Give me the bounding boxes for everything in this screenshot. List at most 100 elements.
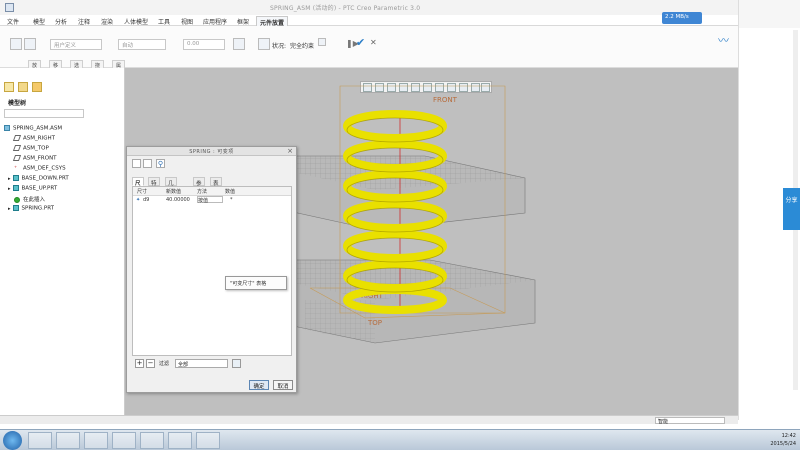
constraint-type-select[interactable]: 自动 [118, 39, 166, 50]
taskbar-browser[interactable] [56, 432, 80, 449]
select-dimension-icon[interactable] [132, 159, 141, 168]
move-icon[interactable] [10, 38, 22, 50]
select-feature-icon[interactable] [143, 159, 152, 168]
placement-icon[interactable] [258, 38, 270, 50]
table-header: 尺寸 新数值 方法 数值 [133, 187, 291, 196]
folder-tab[interactable] [18, 82, 28, 92]
part-icon [12, 185, 19, 191]
table-options-icon[interactable] [232, 359, 241, 368]
menu-model[interactable]: 模型 [30, 16, 48, 26]
windows-taskbar: 12:42 2015/5/24 [0, 429, 800, 450]
tab-parameters[interactable]: 参数 [193, 177, 205, 195]
tree-item-asm-right[interactable]: ASM_RIGHT [12, 135, 55, 142]
menu-applications[interactable]: 应用程序 [200, 16, 230, 26]
user-defined-select[interactable]: 用户定义 [50, 39, 102, 50]
confirm-check-icon[interactable]: ✔ [356, 36, 365, 49]
menu-analysis[interactable]: 分析 [52, 16, 70, 26]
menu-framework[interactable]: 框架 [234, 16, 252, 26]
tree-item-insert-here[interactable]: 在此插入 [14, 195, 45, 203]
tree-item-base-down[interactable]: ▸ BASE_DOWN.PRT [8, 175, 69, 182]
table-tooltip: "可变尺寸" 表格 [225, 276, 287, 290]
front-plane-label: FRONT [433, 96, 458, 104]
flip-icon[interactable] [233, 38, 245, 50]
top-plane-label: TOP [367, 319, 382, 327]
menu-manikin[interactable]: 人体模型 [121, 16, 151, 26]
menu-file[interactable]: 文件 [4, 16, 22, 26]
window-title: SPRING_ASM (活动的) - PTC Creo Parametric 3… [270, 5, 421, 12]
checkbox-icon[interactable] [318, 38, 326, 46]
tree-item-label: SPRING_ASM.ASM [13, 125, 63, 132]
tree-item-label: ASM_DEF_CSYS [23, 165, 66, 172]
tab-gtol[interactable]: 几何公差 [165, 177, 177, 211]
menu-component-placement[interactable]: 元件放置 [256, 16, 289, 27]
dimension-table: 尺寸 新数值 方法 数值 ✦ d9 40.00000 按值 * "可变尺寸" 表… [132, 186, 292, 356]
expand-arrow-icon[interactable]: ▸ [8, 186, 11, 192]
cancel-button[interactable]: 取消 [273, 380, 293, 390]
close-icon[interactable]: × [287, 147, 293, 155]
filter-select[interactable]: 全部 [175, 359, 228, 368]
selection-filter-select[interactable]: 智能 [655, 417, 725, 425]
expand-arrow-icon[interactable]: ▸ [8, 176, 11, 182]
taskbar-app-4[interactable] [112, 432, 136, 449]
menu-view[interactable]: 视图 [178, 16, 196, 26]
tree-item-label: SPRING.PRT [21, 205, 54, 212]
cell-value[interactable]: * [230, 197, 233, 203]
remove-row-button[interactable]: − [146, 359, 155, 368]
model-tree-tab[interactable] [4, 82, 14, 92]
offset-input[interactable]: 0.00 [183, 39, 225, 50]
tree-item-label: ASM_TOP [23, 145, 49, 152]
variable-dimension-dialog: SPRING : 可变项 × ⚲ 尺寸 特征 几何公差 参数 表面粗糙度 尺寸 … [126, 146, 297, 393]
start-button[interactable] [3, 431, 22, 450]
col-method: 方法 [197, 189, 208, 195]
tree-item-spring[interactable]: ▸ SPRING.PRT [8, 205, 54, 212]
table-row[interactable]: ✦ d9 40.00000 按值 * [133, 196, 291, 205]
share-button[interactable]: 分享 [783, 188, 800, 230]
datum-plane-icon [12, 155, 22, 161]
expand-arrow-icon[interactable]: ▸ [8, 206, 11, 212]
taskbar-app-1[interactable] [28, 432, 52, 449]
menu-bar: 文件 模型 分析 注释 渲染 人体模型 工具 视图 应用程序 框架 元件放置 [0, 15, 738, 27]
ok-button[interactable]: 确定 [249, 380, 269, 390]
menu-tools[interactable]: 工具 [155, 16, 173, 26]
tree-item-label: BASE_DOWN.PRT [21, 175, 69, 182]
taskbar-app-6[interactable] [168, 432, 192, 449]
menu-render[interactable]: 渲染 [98, 16, 116, 26]
tree-item-asm[interactable]: SPRING_ASM.ASM [4, 125, 62, 132]
tab-features[interactable]: 特征 [148, 177, 160, 195]
tree-item-label: ASM_RIGHT [23, 135, 55, 142]
tree-item-label: ASM_FRONT [23, 155, 57, 162]
system-clock[interactable]: 12:42 2015/5/24 [770, 432, 796, 448]
favorites-tab[interactable] [32, 82, 42, 92]
spring-feature-icon[interactable]: 〰 [718, 32, 729, 48]
taskbar-app-7[interactable] [196, 432, 220, 449]
tree-search-input[interactable] [4, 109, 84, 118]
insert-marker-icon [14, 196, 20, 203]
browser-toolbar [739, 0, 800, 28]
tree-item-asm-top[interactable]: ASM_TOP [12, 145, 49, 152]
cancel-x-icon[interactable]: ✕ [370, 38, 377, 47]
cell-new-value[interactable]: 40.00000 [166, 197, 190, 203]
dialog-bottom-bar: + − 过滤 全部 [132, 359, 292, 368]
tab-dimensions[interactable]: 尺寸 [132, 177, 144, 195]
network-speed-badge: 2.2 MB/s [662, 12, 702, 24]
cell-dimension: d9 [143, 197, 150, 203]
model-tree-panel: 模型树 SPRING_ASM.ASM ASM_RIGHT ASM_TOP ASM… [0, 68, 125, 415]
taskbar-app-5[interactable] [140, 432, 164, 449]
menu-annotate[interactable]: 注释 [75, 16, 93, 26]
tree-item-label: BASE_UP.PRT [21, 185, 58, 192]
col-dimension: 尺寸 [137, 189, 148, 195]
taskbar-app-3[interactable] [84, 432, 108, 449]
app-icon[interactable] [5, 3, 14, 12]
tree-item-base-up[interactable]: ▸ BASE_UP.PRT [8, 185, 57, 192]
tree-item-label: 在此插入 [23, 197, 46, 203]
filter-label: 过滤 [159, 361, 170, 367]
filter-icon[interactable]: ⚲ [156, 159, 165, 168]
tab-surface-finish[interactable]: 表面粗糙度 [210, 177, 222, 219]
cell-method[interactable]: 按值 [197, 196, 223, 204]
model-tree-header: 模型树 [8, 100, 27, 107]
ribbon: 用户定义 自动 0.00 状况: 完全约束 ❚▶ ✔ ✕ 〰 [0, 26, 738, 68]
add-row-button[interactable]: + [135, 359, 144, 368]
tree-item-asm-def-csys[interactable]: ⁺ ASM_DEF_CSYS [14, 165, 66, 172]
drag-icon[interactable] [24, 38, 36, 50]
tree-item-asm-front[interactable]: ASM_FRONT [12, 155, 57, 162]
